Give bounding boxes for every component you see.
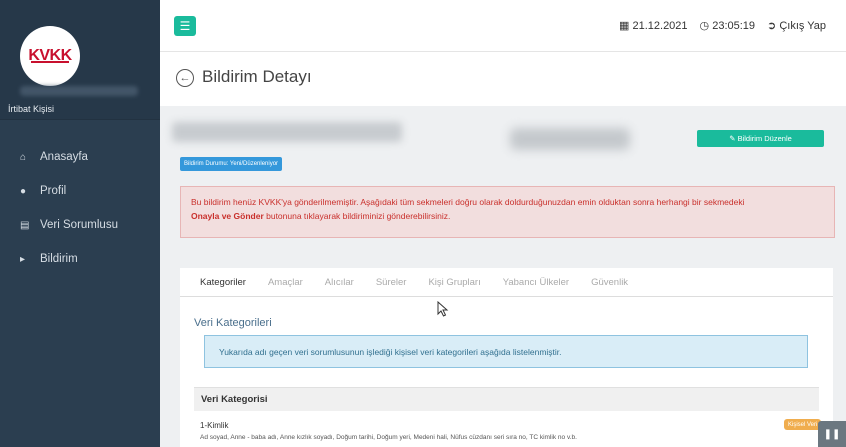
main-content: Bildirim Durumu: Yeni/Düzenleniyor ✎ Bil…: [160, 106, 846, 447]
date-text: 21.12.2021: [632, 20, 688, 32]
tab-bar: Kategoriler Amaçlar Alıcılar Süreler Kiş…: [180, 268, 833, 296]
sidebar-item-label: Profil: [40, 185, 67, 197]
database-icon: ▤: [20, 219, 30, 231]
mouse-cursor-icon: [437, 301, 449, 317]
sidebar-item-anasayfa[interactable]: ⌂ Anasayfa: [0, 140, 160, 174]
pause-icon[interactable]: ❚❚: [818, 421, 846, 447]
redacted-title: [172, 122, 402, 142]
redacted-info: [510, 128, 630, 150]
sidebar-item-veri-sorumlusu[interactable]: ▤ Veri Sorumlusu: [0, 208, 160, 242]
categories-panel: Veri Kategorileri Yukarıda adı geçen ver…: [180, 296, 833, 447]
tab-kategoriler[interactable]: Kategoriler: [200, 277, 246, 288]
logo-underline: [31, 61, 69, 63]
tab-guvenlik[interactable]: Güvenlik: [591, 277, 628, 288]
back-arrow-icon[interactable]: ←: [176, 69, 194, 87]
sidebar-item-label: Veri Sorumlusu: [40, 219, 118, 231]
page-header: ← Bildirim Detayı: [160, 52, 846, 106]
clock-icon: ◷: [699, 20, 710, 32]
top-info: ▦ 21.12.2021 ◷ 23:05:19 ➲ Çıkış Yap: [619, 19, 826, 32]
edit-icon: ✎: [729, 134, 738, 143]
sidebar-profile: KVKK İrtibat Kişisi: [0, 0, 160, 120]
alert-bold: Onayla ve Gönder: [191, 211, 264, 221]
user-name-redacted: [20, 86, 138, 96]
tab-amaclar[interactable]: Amaçlar: [268, 277, 303, 288]
sidebar: KVKK İrtibat Kişisi ⌂ Anasayfa ● Profil …: [0, 0, 160, 447]
sidebar-nav: ⌂ Anasayfa ● Profil ▤ Veri Sorumlusu ▸ B…: [0, 140, 160, 276]
tab-yabanci-ulkeler[interactable]: Yabancı Ülkeler: [503, 277, 569, 288]
menu-toggle-button[interactable]: ☰: [174, 16, 196, 36]
sidebar-item-profil[interactable]: ● Profil: [0, 174, 160, 208]
alert-text-2: butonuna tıklayarak bildiriminizi gönder…: [263, 211, 451, 221]
logout-label: Çıkış Yap: [779, 20, 826, 32]
tab-kisi-gruplari[interactable]: Kişi Grupları: [428, 277, 480, 288]
user-icon: ●: [20, 185, 27, 197]
home-icon: ⌂: [20, 151, 27, 163]
calendar-icon: ▦: [619, 20, 630, 32]
sidebar-item-label: Bildirim: [40, 253, 78, 265]
data-type-badge: Kişisel Veri: [784, 419, 822, 430]
logout-icon: ➲: [767, 20, 777, 32]
alert-text-1: Bu bildirim henüz KVKK'ya gönderilmemişt…: [191, 197, 745, 207]
panel-title: Veri Kategorileri: [194, 317, 272, 329]
table-header: Veri Kategorisi: [194, 387, 819, 411]
logout-link[interactable]: ➲ Çıkış Yap: [767, 19, 826, 32]
warning-alert: Bu bildirim henüz KVKK'ya gönderilmemişt…: [180, 186, 835, 238]
info-box: Yukarıda adı geçen veri sorumlusunun işl…: [204, 335, 808, 368]
tab-alicilar[interactable]: Alıcılar: [325, 277, 354, 288]
hamburger-icon: ☰: [179, 19, 191, 33]
table-row-title: 1-Kimlik: [200, 421, 229, 430]
status-badge: Bildirim Durumu: Yeni/Düzenleniyor: [180, 157, 283, 171]
edit-notification-button[interactable]: ✎ Bildirim Düzenle: [697, 130, 824, 147]
sidebar-item-label: Anasayfa: [40, 151, 88, 163]
page-title: Bildirim Detayı: [202, 67, 312, 86]
time-display: ◷ 23:05:19: [700, 19, 756, 32]
kvkk-logo: KVKK: [20, 26, 80, 86]
sidebar-item-bildirim[interactable]: ▸ Bildirim: [0, 242, 160, 276]
top-bar: ☰ ▦ 21.12.2021 ◷ 23:05:19 ➲ Çıkış Yap: [160, 0, 846, 52]
edit-button-label: Bildirim Düzenle: [737, 134, 792, 143]
table-row-description: Ad soyad, Anne - baba adı, Anne kızlık s…: [200, 434, 577, 441]
user-role: İrtibat Kişisi: [8, 104, 55, 114]
tab-sureler[interactable]: Süreler: [376, 277, 407, 288]
megaphone-icon: ▸: [20, 253, 26, 265]
time-text: 23:05:19: [712, 20, 756, 32]
date-display: ▦ 21.12.2021: [619, 19, 688, 32]
